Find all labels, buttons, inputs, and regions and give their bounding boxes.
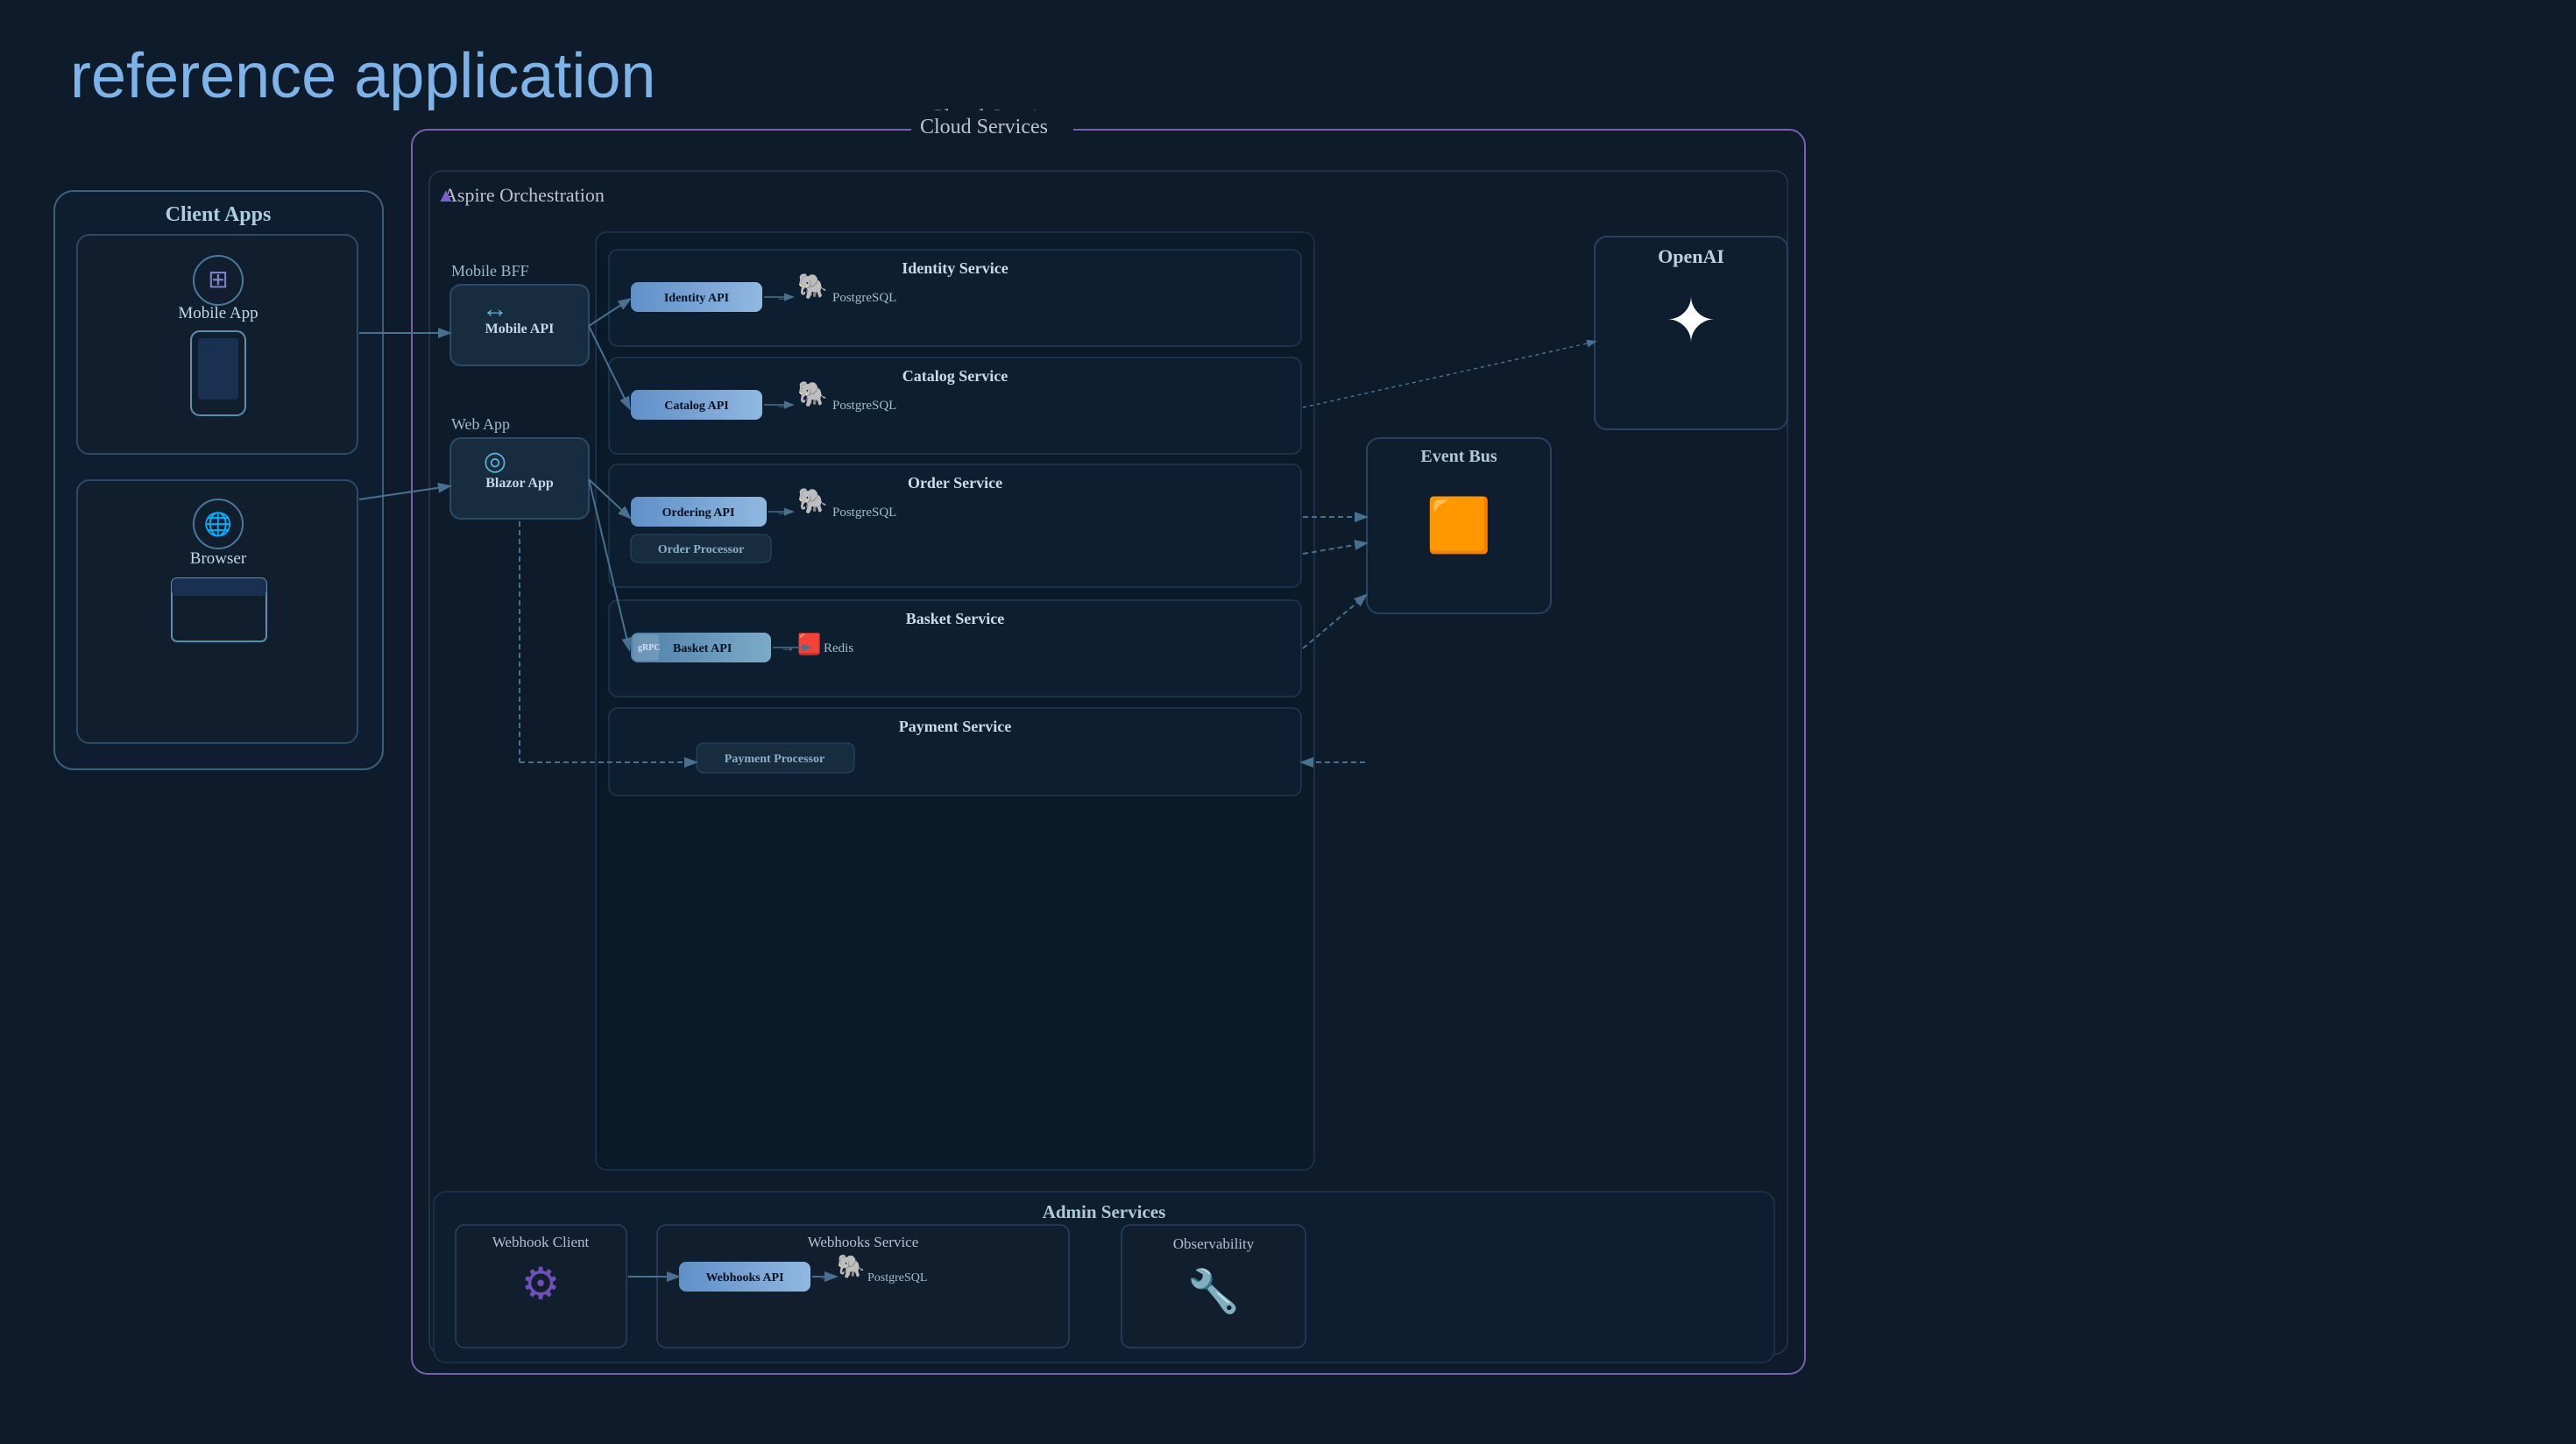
svg-text:Webhook Client: Webhook Client bbox=[492, 1234, 590, 1250]
svg-text:PostgreSQL: PostgreSQL bbox=[832, 399, 896, 413]
title-blue: reference application bbox=[70, 41, 655, 111]
svg-text:Cloud Services: Cloud Services bbox=[920, 116, 1048, 138]
svg-text:→: → bbox=[780, 638, 796, 655]
svg-text:Identity API: Identity API bbox=[664, 292, 729, 305]
svg-text:✦: ✦ bbox=[1666, 287, 1717, 355]
svg-text:Basket Service: Basket Service bbox=[906, 610, 1004, 627]
svg-text:Blazor App: Blazor App bbox=[485, 476, 554, 491]
svg-text:Mobile BFF: Mobile BFF bbox=[451, 262, 529, 280]
svg-text:→: → bbox=[775, 287, 791, 305]
svg-text:Admin Services: Admin Services bbox=[1043, 1201, 1166, 1222]
svg-text:🐘: 🐘 bbox=[797, 273, 828, 300]
svg-text:Payment Processor: Payment Processor bbox=[725, 753, 824, 766]
svg-text:OpenAI: OpenAI bbox=[1658, 245, 1724, 267]
svg-text:gRPC: gRPC bbox=[638, 643, 661, 653]
page-title: reference application bbox=[70, 42, 655, 111]
svg-text:🟧: 🟧 bbox=[1426, 495, 1492, 556]
svg-text:Browser: Browser bbox=[190, 549, 247, 568]
svg-text:Client Apps: Client Apps bbox=[166, 203, 272, 226]
svg-text:PostgreSQL: PostgreSQL bbox=[867, 1271, 927, 1285]
svg-text:Catalog API: Catalog API bbox=[664, 400, 729, 413]
svg-text:◎: ◎ bbox=[484, 447, 506, 476]
svg-text:→: → bbox=[775, 395, 791, 413]
svg-text:Redis: Redis bbox=[824, 641, 853, 655]
svg-text:🐘: 🐘 bbox=[797, 487, 828, 514]
svg-text:Event Bus: Event Bus bbox=[1420, 447, 1497, 466]
svg-text:↔: ↔ bbox=[482, 294, 508, 323]
svg-text:🌐: 🌐 bbox=[204, 511, 232, 537]
svg-text:Cloud Services: Cloud Services bbox=[929, 105, 1067, 131]
svg-text:Ordering API: Ordering API bbox=[662, 506, 735, 520]
svg-text:Mobile API: Mobile API bbox=[485, 322, 555, 336]
svg-text:Order Service: Order Service bbox=[908, 474, 1002, 492]
svg-text:Mobile App: Mobile App bbox=[178, 304, 258, 322]
svg-text:🟥: 🟥 bbox=[797, 633, 821, 655]
svg-text:Catalog Service: Catalog Service bbox=[902, 367, 1008, 385]
svg-text:🐘: 🐘 bbox=[797, 380, 828, 407]
svg-text:▲: ▲ bbox=[436, 184, 456, 206]
svg-text:Observability: Observability bbox=[1173, 1235, 1255, 1252]
svg-text:Aspire Orchestration: Aspire Orchestration bbox=[443, 184, 605, 206]
svg-text:→: → bbox=[818, 1270, 832, 1285]
svg-text:Order Processor: Order Processor bbox=[658, 543, 745, 556]
svg-text:PostgreSQL: PostgreSQL bbox=[832, 506, 896, 520]
svg-text:🔧: 🔧 bbox=[1187, 1266, 1240, 1315]
svg-text:🐘: 🐘 bbox=[837, 1253, 865, 1279]
svg-text:Payment Service: Payment Service bbox=[899, 718, 1011, 735]
svg-text:⚙: ⚙ bbox=[521, 1259, 561, 1308]
svg-text:⊞: ⊞ bbox=[208, 265, 228, 293]
svg-text:→: → bbox=[775, 502, 791, 520]
svg-text:Web App: Web App bbox=[451, 415, 510, 433]
svg-text:Identity Service: Identity Service bbox=[902, 259, 1008, 277]
svg-text:Basket API: Basket API bbox=[673, 642, 732, 655]
svg-text:Webhooks API: Webhooks API bbox=[705, 1271, 783, 1285]
svg-text:PostgreSQL: PostgreSQL bbox=[832, 291, 896, 305]
svg-text:Webhooks Service: Webhooks Service bbox=[808, 1234, 919, 1250]
connections-svg: Cloud Services Cloud Services Identity S… bbox=[0, 0, 2576, 1444]
